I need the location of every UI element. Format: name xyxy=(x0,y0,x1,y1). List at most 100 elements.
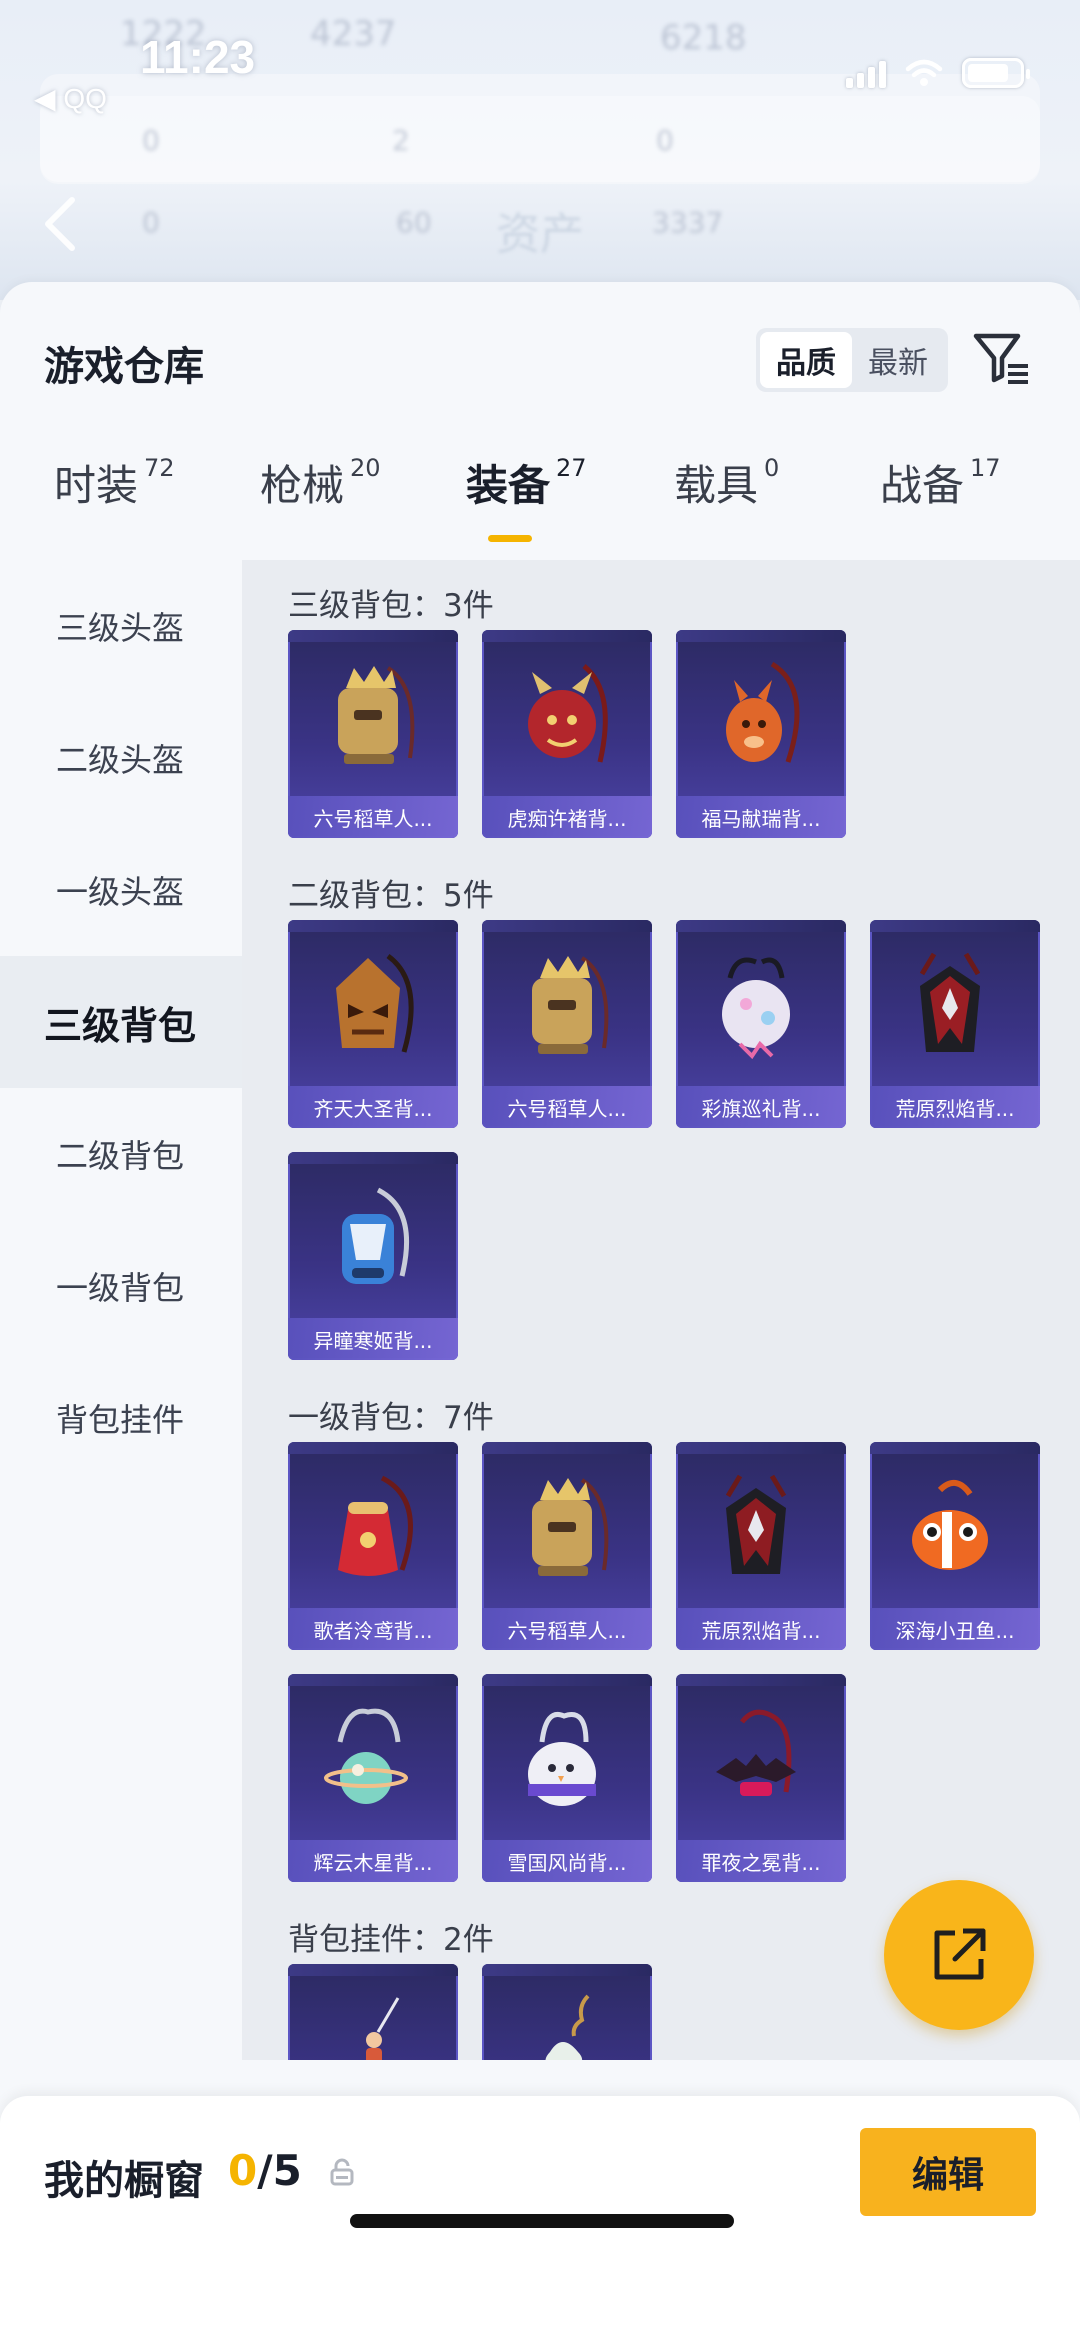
item-card[interactable]: 荒原烈焰背... xyxy=(676,1442,846,1650)
active-tab-indicator xyxy=(488,535,532,542)
item-name: 罪夜之冕背... xyxy=(676,1840,846,1882)
home-indicator xyxy=(350,2214,734,2228)
battery-icon xyxy=(962,58,1030,88)
item-name: 六号稻草人... xyxy=(482,1086,652,1128)
item-card[interactable]: 雪国风尚背... xyxy=(482,1674,652,1882)
tab-label: 载具 xyxy=(674,461,759,510)
figure-charm-icon xyxy=(288,1982,458,2060)
item-name: 六号稻草人... xyxy=(288,796,458,838)
item-card[interactable]: 福马献瑞背... xyxy=(676,630,846,838)
showcase-count: 0/5 xyxy=(228,2146,302,2195)
frost-backpack-icon xyxy=(288,1170,458,1310)
item-name: 荒原烈焰背... xyxy=(870,1086,1040,1128)
scarecrow-backpack-icon xyxy=(482,1460,652,1600)
item-name: 齐天大圣背... xyxy=(288,1086,458,1128)
sidebar-item-level1-helmet[interactable]: 一级头盔 xyxy=(0,824,242,956)
item-name: 福马献瑞背... xyxy=(676,796,846,838)
tab-guns[interactable]: 枪械 20 xyxy=(260,452,381,562)
flame-backpack-icon xyxy=(676,1460,846,1600)
background-page-title: 资产 xyxy=(496,209,584,260)
tab-label: 装备 xyxy=(466,461,551,510)
warehouse-header: 游戏仓库 品质 最新 xyxy=(0,282,1080,432)
sidebar: 三级头盔 二级头盔 一级头盔 三级背包 二级背包 一级背包 背包挂件 xyxy=(0,560,242,2060)
tab-count: 27 xyxy=(556,454,587,482)
monkey-king-backpack-icon xyxy=(288,938,458,1078)
tab-vehicles[interactable]: 载具 0 xyxy=(674,452,779,562)
status-time: 11:23 xyxy=(140,31,256,83)
sidebar-item-level2-backpack[interactable]: 二级背包 xyxy=(0,1088,242,1220)
item-name: 辉云木星背... xyxy=(288,1840,458,1882)
snow-backpack-icon xyxy=(482,1692,652,1832)
flag-backpack-icon xyxy=(676,938,846,1078)
item-card[interactable] xyxy=(482,1964,652,2060)
horse-backpack-icon xyxy=(676,648,846,788)
item-card[interactable]: 六号稻草人... xyxy=(288,630,458,838)
icecream-charm-icon xyxy=(482,1982,652,2060)
planet-backpack-icon xyxy=(288,1692,458,1832)
item-card[interactable]: 辉云木星背... xyxy=(288,1674,458,1882)
share-button[interactable] xyxy=(884,1880,1034,2030)
tab-gear[interactable]: 战备 17 xyxy=(880,452,1001,562)
pouch-backpack-icon xyxy=(288,1460,458,1600)
item-card[interactable]: 罪夜之冕背... xyxy=(676,1674,846,1882)
scarecrow-backpack-icon xyxy=(482,938,652,1078)
background-stat: 0 xyxy=(142,124,160,157)
back-to-app-link[interactable]: ◀ QQ xyxy=(34,82,107,115)
edit-button[interactable]: 编辑 xyxy=(860,2128,1036,2216)
showcase-total: /5 xyxy=(257,2146,302,2195)
flame-backpack-icon xyxy=(870,938,1040,1078)
tab-count: 20 xyxy=(350,454,381,482)
showcase-label: 我的橱窗 xyxy=(44,2158,204,2204)
filter-icon[interactable] xyxy=(970,326,1034,390)
tab-fashion[interactable]: 时装 72 xyxy=(54,452,175,562)
item-name: 异瞳寒姬背... xyxy=(288,1318,458,1360)
status-bar: 11:23 ◀ QQ xyxy=(0,0,1080,120)
item-name: 雪国风尚背... xyxy=(482,1840,652,1882)
warehouse-sheet: 游戏仓库 品质 最新 时装 72 枪械 20 装备 27 载具 0 战备 17 … xyxy=(0,282,1080,2341)
sort-option-quality[interactable]: 品质 xyxy=(760,332,852,388)
sidebar-item-backpack-charm[interactable]: 背包挂件 xyxy=(0,1352,242,1484)
item-name: 彩旗巡礼背... xyxy=(676,1086,846,1128)
item-card[interactable]: 六号稻草人... xyxy=(482,1442,652,1650)
tab-label: 时装 xyxy=(54,461,139,510)
item-card[interactable]: 深海小丑鱼... xyxy=(870,1442,1040,1650)
item-card[interactable]: 歌者泠鸢背... xyxy=(288,1442,458,1650)
item-name: 虎痴许褚背... xyxy=(482,796,652,838)
tab-label: 战备 xyxy=(880,461,965,510)
tab-count: 17 xyxy=(970,454,1001,482)
tiger-backpack-icon xyxy=(482,648,652,788)
background-stat: 0 xyxy=(656,124,674,157)
item-card[interactable]: 异瞳寒姬背... xyxy=(288,1152,458,1360)
section-title: 背包挂件：2件 xyxy=(288,1922,494,1958)
tab-equipment[interactable]: 装备 27 xyxy=(466,452,587,562)
bat-backpack-icon xyxy=(676,1692,846,1832)
section-title: 三级背包：3件 xyxy=(288,588,494,624)
item-card[interactable] xyxy=(288,1964,458,2060)
category-tabs: 时装 72 枪械 20 装备 27 载具 0 战备 17 xyxy=(0,452,1080,562)
item-name: 六号稻草人... xyxy=(482,1608,652,1650)
cellular-signal-icon xyxy=(846,58,886,88)
tab-count: 0 xyxy=(764,454,780,482)
sidebar-item-level3-helmet[interactable]: 三级头盔 xyxy=(0,560,242,692)
item-grid: 三级背包：3件 六号稻草人... 虎痴许褚背... 福马献瑞背... 二级背包：… xyxy=(242,560,1080,2060)
sort-toggle: 品质 最新 xyxy=(756,328,948,392)
status-icons xyxy=(846,58,1030,88)
item-card[interactable]: 荒原烈焰背... xyxy=(870,920,1040,1128)
lock-icon xyxy=(330,2158,354,2186)
sidebar-item-level3-backpack[interactable]: 三级背包 xyxy=(0,956,242,1088)
sort-option-newest[interactable]: 最新 xyxy=(852,332,944,388)
item-name: 歌者泠鸢背... xyxy=(288,1608,458,1650)
tab-count: 72 xyxy=(144,454,175,482)
item-card[interactable]: 彩旗巡礼背... xyxy=(676,920,846,1128)
sidebar-item-level2-helmet[interactable]: 二级头盔 xyxy=(0,692,242,824)
item-card[interactable]: 虎痴许褚背... xyxy=(482,630,652,838)
background-stat: 2 xyxy=(392,124,410,157)
scarecrow-backpack-icon xyxy=(288,648,458,788)
tab-label: 枪械 xyxy=(260,461,345,510)
sidebar-item-level1-backpack[interactable]: 一级背包 xyxy=(0,1220,242,1352)
item-card[interactable]: 齐天大圣背... xyxy=(288,920,458,1128)
share-icon xyxy=(934,1928,986,1980)
section-title: 一级背包：7件 xyxy=(288,1400,494,1436)
item-card[interactable]: 六号稻草人... xyxy=(482,920,652,1128)
page-title: 游戏仓库 xyxy=(44,344,204,390)
